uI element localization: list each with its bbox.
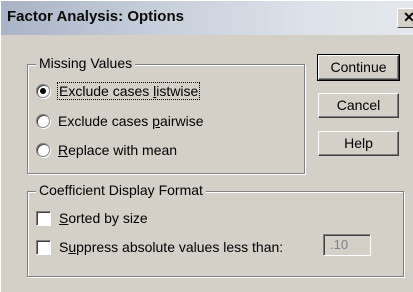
close-icon[interactable]: ✕: [397, 8, 413, 28]
radio-label: Replace with mean: [58, 142, 178, 158]
radio-button[interactable]: [36, 114, 50, 128]
radio-button[interactable]: [36, 84, 50, 98]
checkbox-label: Sorted by size: [59, 210, 148, 226]
title-bar[interactable]: Factor Analysis: Options ✕: [1, 1, 413, 35]
missing-values-legend: Missing Values: [36, 55, 136, 71]
checkbox-label: Suppress absolute values less than:: [59, 239, 284, 255]
radio-label: Exclude cases pairwise: [58, 113, 204, 129]
cancel-button[interactable]: Cancel: [318, 93, 399, 118]
checkbox-suppress-values[interactable]: Suppress absolute values less than:: [36, 237, 283, 257]
radio-exclude-listwise[interactable]: Exclude cases listwise: [36, 81, 201, 101]
coefficient-format-legend: Coefficient Display Format: [36, 182, 206, 198]
radio-label: Exclude cases listwise: [56, 82, 201, 100]
window-title: Factor Analysis: Options: [7, 8, 184, 25]
missing-values-group: Missing Values Exclude cases listwise Ex…: [27, 55, 305, 174]
checkbox[interactable]: [36, 239, 51, 255]
radio-button[interactable]: [36, 143, 50, 157]
checkbox[interactable]: [36, 210, 51, 226]
radio-replace-with-mean[interactable]: Replace with mean: [36, 140, 177, 160]
help-button[interactable]: Help: [318, 131, 399, 156]
dialog-window: Factor Analysis: Options ✕ Missing Value…: [0, 0, 413, 292]
suppress-threshold-input[interactable]: .10: [323, 234, 371, 256]
radio-selected-dot: [40, 88, 46, 94]
continue-button[interactable]: Continue: [317, 54, 400, 81]
checkbox-sorted-by-size[interactable]: Sorted by size: [36, 208, 148, 228]
radio-exclude-pairwise[interactable]: Exclude cases pairwise: [36, 111, 204, 131]
